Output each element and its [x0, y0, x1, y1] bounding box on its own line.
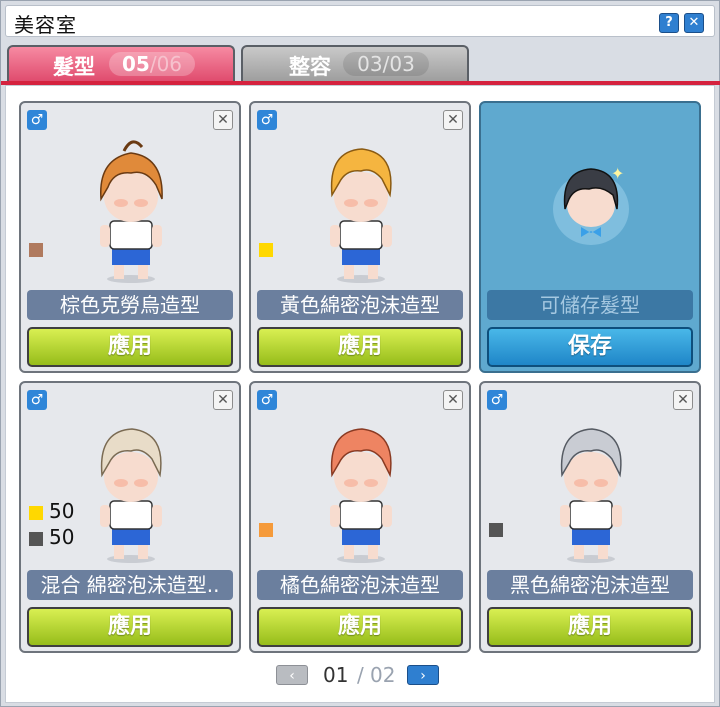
mix-ratio: 50 — [49, 525, 75, 549]
hairstyle-name: 可儲存髮型 — [487, 290, 693, 320]
apply-button[interactable]: 應用 — [27, 327, 233, 367]
hair-color-swatch — [29, 505, 43, 520]
close-icon[interactable]: ✕ — [673, 390, 693, 410]
hair-color-swatch — [259, 243, 273, 257]
apply-button[interactable]: 應用 — [257, 327, 463, 367]
mix-color-row: 50 — [29, 525, 74, 549]
tab-count: 05/06 — [109, 52, 195, 76]
save-button[interactable]: 保存 — [487, 327, 693, 367]
window-title: 美容室 — [14, 13, 77, 37]
close-icon[interactable]: ✕ — [213, 390, 233, 410]
close-icon[interactable]: ✕ — [443, 110, 463, 130]
hairstyle-name: 混合 綿密泡沫造型.. — [27, 570, 233, 600]
saved-hairstyle-card: ✦ 可儲存髮型 保存 — [479, 101, 701, 373]
hair-color-swatch — [29, 243, 43, 257]
close-icon[interactable]: ✕ — [684, 13, 704, 33]
tab-hair[interactable]: 髮型 05/06 — [7, 45, 235, 81]
hairstyle-name: 黃色綿密泡沫造型 — [257, 290, 463, 320]
page-total: 02 — [370, 663, 396, 687]
character-avatar — [330, 428, 392, 563]
tab-current: 05 — [121, 52, 150, 76]
tab-total: 03 — [389, 52, 415, 76]
close-icon[interactable]: ✕ — [213, 110, 233, 130]
character-avatar — [100, 140, 163, 283]
chevron-left-icon[interactable]: ‹ — [276, 665, 308, 685]
tab-count: 03/03 — [343, 52, 429, 76]
title-bar: 美容室 ? ✕ — [5, 5, 715, 37]
hair-color-swatch — [29, 531, 43, 546]
svg-text:✦: ✦ — [611, 164, 624, 183]
beauty-salon-window: 美容室 ? ✕ 髮型 05/06 整容 03/03 ♂ ✕ 棕色克勞烏造型 應用… — [0, 0, 720, 707]
male-icon: ♂ — [257, 390, 277, 410]
hairstyle-card: ♂ ✕ 棕色克勞烏造型 應用 — [19, 101, 241, 373]
chevron-right-icon[interactable]: › — [407, 665, 439, 685]
male-icon: ♂ — [257, 110, 277, 130]
hairstyle-name: 棕色克勞烏造型 — [27, 290, 233, 320]
hairstyle-name: 黑色綿密泡沫造型 — [487, 570, 693, 600]
character-avatar — [100, 428, 162, 563]
hair-color-swatch — [489, 523, 503, 537]
tab-total: 06 — [156, 52, 183, 76]
mix-color-row: 50 — [29, 499, 74, 523]
mix-ratio: 50 — [49, 499, 75, 523]
close-icon[interactable]: ✕ — [443, 390, 463, 410]
tab-label: 整容 — [289, 55, 331, 79]
tab-label: 髮型 — [53, 55, 95, 79]
hairstyle-card: ♂ ✕ 50 50 混合 綿密泡沫造型.. 應用 — [19, 381, 241, 653]
hairstyle-card: ♂ ✕ 黃色綿密泡沫造型 應用 — [249, 101, 471, 373]
character-avatar — [560, 428, 622, 563]
tab-face[interactable]: 整容 03/03 — [241, 45, 469, 81]
hairstyle-preview-icon: ✦ — [553, 164, 629, 245]
hairstyle-card: ♂ ✕ 黑色綿密泡沫造型 應用 — [479, 381, 701, 653]
hair-color-swatch — [259, 523, 273, 537]
male-icon: ♂ — [27, 110, 47, 130]
apply-button[interactable]: 應用 — [257, 607, 463, 647]
character-avatar — [330, 148, 392, 283]
hairstyle-card: ♂ ✕ 橘色綿密泡沫造型 應用 — [249, 381, 471, 653]
male-icon: ♂ — [27, 390, 47, 410]
page-current: 01 — [323, 663, 349, 687]
page-separator: / — [357, 663, 364, 687]
apply-button[interactable]: 應用 — [27, 607, 233, 647]
hairstyle-name: 橘色綿密泡沫造型 — [257, 570, 463, 600]
tab-current: 03 — [357, 52, 383, 76]
male-icon: ♂ — [487, 390, 507, 410]
help-icon[interactable]: ? — [659, 13, 679, 33]
pagination: ‹ 01 / 02 › — [1, 661, 720, 691]
apply-button[interactable]: 應用 — [487, 607, 693, 647]
